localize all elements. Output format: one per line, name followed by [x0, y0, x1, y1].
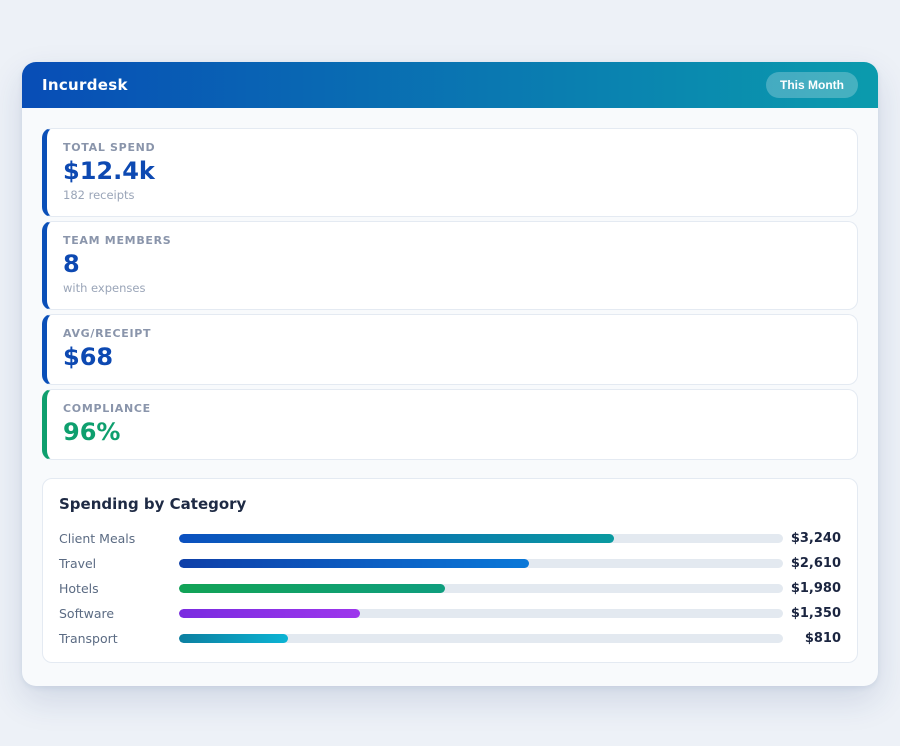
- stat-value: $68: [63, 343, 114, 371]
- bar-track: [179, 609, 783, 618]
- stat-card: COMPLIANCE 96%: [42, 389, 858, 460]
- stat-value: 8: [63, 250, 80, 278]
- stat-label: COMPLIANCE: [63, 402, 151, 415]
- bar-value: $810: [804, 631, 841, 646]
- category-label: Travel: [59, 556, 97, 571]
- stat-value: 96%: [63, 418, 121, 446]
- chart-rows: Client Meals $3,240 Travel $2,610 Hotels…: [59, 526, 841, 651]
- bar-fill: [179, 634, 288, 643]
- stat-sub: 182 receipts: [63, 188, 135, 203]
- spending-chart-card: Spending by Category Client Meals $3,240…: [42, 478, 858, 663]
- bar-value: $2,610: [790, 556, 841, 571]
- chart-row: Hotels $1,980: [59, 576, 841, 601]
- category-label: Transport: [59, 631, 118, 646]
- chart-row: Travel $2,610: [59, 551, 841, 576]
- stat-label: TEAM MEMBERS: [63, 234, 172, 247]
- category-label: Client Meals: [59, 531, 136, 546]
- bar-fill: [179, 559, 530, 568]
- stat-card: TEAM MEMBERS 8 with expenses: [42, 221, 858, 310]
- bar-track: [179, 584, 783, 593]
- stat-card: TOTAL SPEND $12.4k 182 receipts: [42, 128, 858, 217]
- app-header: Incurdesk This Month: [22, 62, 878, 108]
- stat-label: TOTAL SPEND: [63, 141, 156, 154]
- stat-value: $12.4k: [63, 157, 155, 185]
- chart-row: Software $1,350: [59, 601, 841, 626]
- stats-list: TOTAL SPEND $12.4k 182 receipts TEAM MEM…: [42, 128, 858, 460]
- bar-track: [179, 634, 783, 643]
- category-label: Software: [59, 606, 115, 621]
- bar-fill: [179, 584, 445, 593]
- stat-sub: with expenses: [63, 281, 146, 296]
- chart-title: Spending by Category: [59, 495, 247, 513]
- bar-value: $1,980: [790, 581, 841, 596]
- stat-label: AVG/RECEIPT: [63, 327, 152, 340]
- app-title: Incurdesk: [42, 76, 128, 94]
- dashboard-card: Incurdesk This Month TOTAL SPEND $12.4k …: [22, 62, 878, 686]
- bar-fill: [179, 609, 361, 618]
- period-badge[interactable]: This Month: [766, 72, 858, 98]
- chart-row: Transport $810: [59, 626, 841, 651]
- bar-value: $1,350: [790, 606, 841, 621]
- bar-track: [179, 534, 783, 543]
- bar-fill: [179, 534, 614, 543]
- bar-track: [179, 559, 783, 568]
- bar-value: $3,240: [790, 531, 841, 546]
- chart-row: Client Meals $3,240: [59, 526, 841, 551]
- app-body: TOTAL SPEND $12.4k 182 receipts TEAM MEM…: [22, 108, 878, 683]
- category-label: Hotels: [59, 581, 99, 596]
- stat-card: AVG/RECEIPT $68: [42, 314, 858, 385]
